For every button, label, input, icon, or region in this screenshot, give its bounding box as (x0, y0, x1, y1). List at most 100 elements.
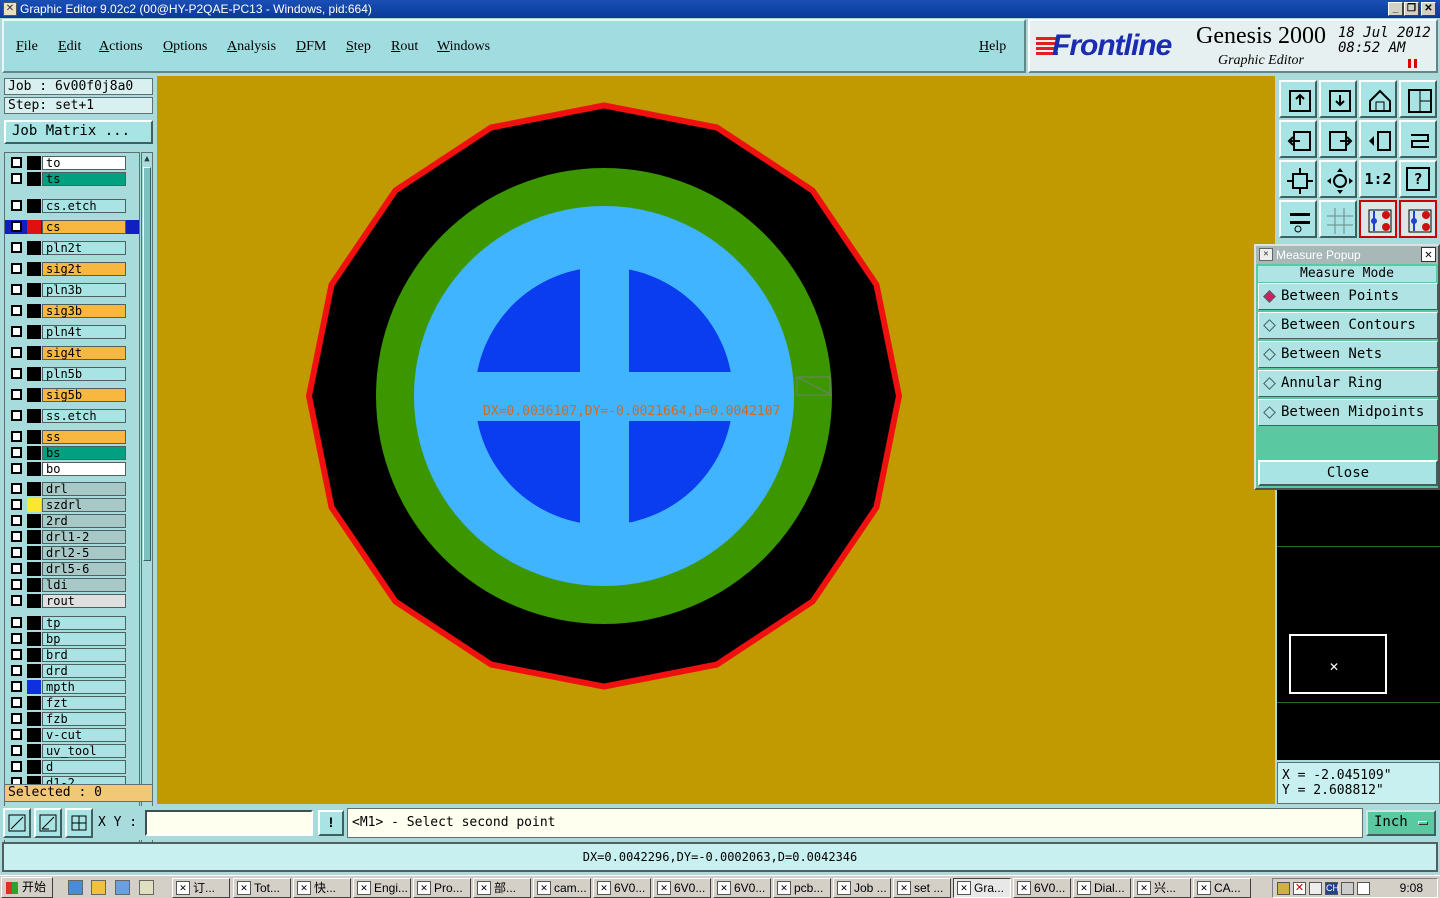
taskbar-item[interactable]: ✕ Gra... (953, 878, 1011, 898)
layer-name[interactable]: bs (42, 446, 126, 460)
taskbar-item[interactable]: ✕ Job ... (833, 878, 891, 898)
taskbar-item[interactable]: ✕ 快... (293, 878, 351, 898)
layer-checkbox[interactable] (11, 633, 22, 644)
taskbar-item[interactable]: ✕ Engi... (353, 878, 411, 898)
option-between-midpoints[interactable]: Between Midpoints (1258, 399, 1438, 426)
layer-checkbox[interactable] (11, 745, 22, 756)
menu-help[interactable]: Help (979, 39, 1006, 55)
layer-row[interactable]: v-cut (5, 728, 139, 742)
menu-analysis[interactable]: Analysis (227, 39, 276, 55)
close-window-button[interactable]: ✕ (1421, 2, 1436, 16)
pan-left-button[interactable] (1279, 120, 1317, 158)
layer-name[interactable]: drl1-2 (42, 530, 126, 544)
layer-row[interactable]: fzb (5, 712, 139, 726)
layer-row[interactable]: mpth (5, 680, 139, 694)
snap-grid-button[interactable] (65, 808, 93, 838)
popup-close-icon[interactable]: ✕ (1421, 247, 1436, 262)
layer-checkbox[interactable] (11, 649, 22, 660)
layer-row[interactable]: cs.etch (5, 199, 139, 213)
quicklaunch-icon[interactable] (91, 880, 106, 895)
layer-checkbox[interactable] (11, 531, 22, 542)
tray-tool-icon[interactable] (1357, 882, 1370, 895)
layer-row[interactable]: pln5b (5, 367, 139, 381)
taskbar-item[interactable]: ✕ 订... (172, 878, 230, 898)
taskbar-item[interactable]: ✕ 6V0... (653, 878, 711, 898)
menu-windows[interactable]: Windows (437, 39, 490, 55)
option-between-contours[interactable]: Between Contours (1258, 312, 1438, 339)
ie-icon[interactable] (68, 880, 83, 895)
layer-checkbox[interactable] (11, 563, 22, 574)
layer-row[interactable]: pln2t (5, 241, 139, 255)
grid-button[interactable] (1319, 200, 1357, 238)
unit-selector[interactable]: Inch (1366, 810, 1436, 836)
tray-pen-icon[interactable] (1277, 882, 1290, 895)
layer-name[interactable]: cs.etch (42, 199, 126, 213)
pause-icon[interactable] (1408, 59, 1417, 68)
layer-checkbox[interactable] (11, 368, 22, 379)
layer-name[interactable]: d (42, 760, 126, 774)
layer-row[interactable]: fzt (5, 696, 139, 710)
measure-tool-button[interactable] (34, 808, 62, 838)
layer-checkbox[interactable] (11, 483, 22, 494)
layer-name[interactable]: drl2-5 (42, 546, 126, 560)
taskbar-item[interactable]: ✕ 6V0... (1013, 878, 1071, 898)
menu-file[interactable]: File (16, 39, 38, 55)
taskbar-item[interactable]: ✕ CA... (1193, 878, 1251, 898)
home-button[interactable] (1359, 80, 1397, 118)
layer-name[interactable]: tp (42, 616, 126, 630)
menu-dfm[interactable]: DFM (296, 39, 326, 55)
option-between-nets[interactable]: Between Nets (1258, 341, 1438, 368)
layer-checkbox[interactable] (11, 729, 22, 740)
layer-checkbox[interactable] (11, 410, 22, 421)
layer-name[interactable]: sig4t (42, 346, 126, 360)
layer-name[interactable]: sig3b (42, 304, 126, 318)
layer-row[interactable]: uv_tool (5, 744, 139, 758)
layer-checkbox[interactable] (11, 761, 22, 772)
minimize-button[interactable]: _ (1388, 2, 1403, 16)
window-button[interactable] (1399, 80, 1437, 118)
layer-checkbox[interactable] (11, 463, 22, 474)
layer-row[interactable]: drl1-2 (5, 530, 139, 544)
outlook-icon[interactable] (115, 880, 130, 895)
layer-name[interactable]: drd (42, 664, 126, 678)
popup-close-button[interactable]: Close (1258, 460, 1438, 486)
layer-name[interactable]: drl5-6 (42, 562, 126, 576)
layer-row[interactable]: 2rd (5, 514, 139, 528)
layer-row[interactable]: brd (5, 648, 139, 662)
net-button[interactable] (1359, 200, 1397, 238)
layer-checkbox[interactable] (11, 242, 22, 253)
layer-row[interactable]: sig5b (5, 388, 139, 402)
overview-map[interactable]: ✕ (1277, 490, 1440, 760)
xy-input[interactable] (145, 810, 313, 836)
layer-checkbox[interactable] (11, 389, 22, 400)
net-alt-button[interactable] (1399, 200, 1437, 238)
snap-button[interactable] (1359, 120, 1397, 158)
layer-row[interactable]: bo (5, 462, 139, 476)
layer-checkbox[interactable] (11, 547, 22, 558)
layer-name[interactable]: ldi (42, 578, 126, 592)
menu-options[interactable]: Options (163, 39, 207, 55)
job-matrix-button[interactable]: Job Matrix ... (4, 120, 153, 144)
layer-name[interactable]: fzb (42, 712, 126, 726)
layer-row[interactable]: bp (5, 632, 139, 646)
layer-row[interactable]: tp (5, 616, 139, 630)
layer-list-scrollbar[interactable]: ▲ ▼ (141, 152, 153, 854)
layer-row[interactable]: d (5, 760, 139, 774)
layer-list[interactable]: to ts cs.etch cs pln2t sig2t pln3b sig3b pln4t si… (4, 152, 140, 854)
notepad-icon[interactable] (139, 880, 154, 895)
option-between-points[interactable]: Between Points (1258, 283, 1438, 310)
taskbar-item[interactable]: ✕ Pro... (413, 878, 471, 898)
layer-row[interactable]: pln4t (5, 325, 139, 339)
layer-name[interactable]: v-cut (42, 728, 126, 742)
menu-rout[interactable]: Rout (391, 39, 418, 55)
layer-name[interactable]: bp (42, 632, 126, 646)
layer-row[interactable]: sig4t (5, 346, 139, 360)
start-button[interactable]: 开始 (1, 877, 53, 898)
layer-checkbox[interactable] (11, 515, 22, 526)
layer-name[interactable]: fzt (42, 696, 126, 710)
layer-name[interactable]: to (42, 156, 126, 170)
pan-right-button[interactable] (1319, 120, 1357, 158)
layer-name[interactable]: cs (42, 220, 126, 234)
layer-checkbox[interactable] (11, 284, 22, 295)
layer-row[interactable]: ts (5, 172, 139, 186)
